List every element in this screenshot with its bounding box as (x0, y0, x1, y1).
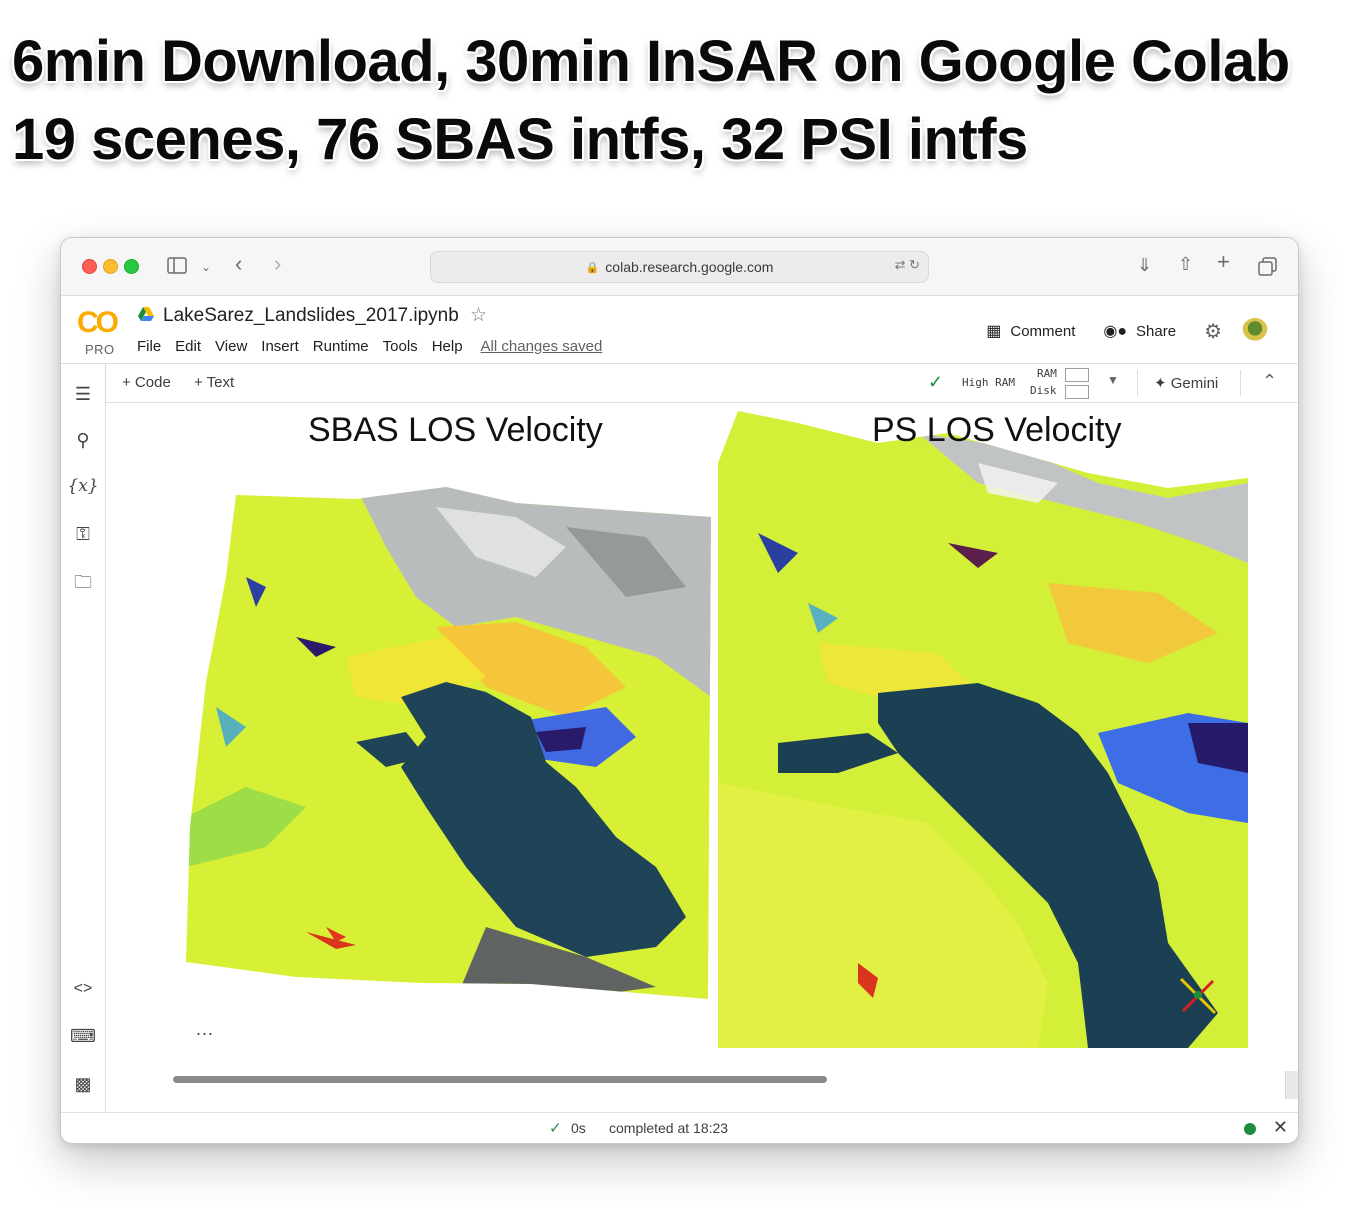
sparkle-icon: ✦ (1154, 375, 1167, 392)
status-check-icon: ✓ (549, 1120, 562, 1137)
horizontal-scrollbar[interactable] (173, 1076, 827, 1083)
add-code-button[interactable]: + Code (122, 374, 171, 391)
sbas-velocity-map[interactable] (186, 487, 711, 999)
headline-line-2: 19 scenes, 76 SBAS intfs, 32 PSI intfs (12, 107, 1028, 172)
lock-icon: 🔒 (585, 261, 600, 274)
completed-time: completed at 18:23 (609, 1120, 729, 1136)
share-button[interactable]: ◉● Share (1103, 321, 1176, 341)
connected-check-icon: ✓ (928, 372, 944, 392)
menu-bar: File Edit View Insert Runtime Tools Help… (137, 338, 616, 355)
exec-time: 0s (571, 1120, 586, 1136)
menu-file[interactable]: File (137, 338, 161, 355)
chevron-down-icon[interactable]: ⌄ (201, 257, 211, 277)
close-window-button[interactable] (82, 259, 97, 274)
gemini-label: Gemini (1170, 375, 1219, 392)
comment-button[interactable]: ▦ Comment (986, 321, 1075, 341)
sbas-map-title: SBAS LOS Velocity (308, 411, 603, 449)
new-tab-icon[interactable]: + (1217, 251, 1230, 273)
gemini-button[interactable]: ✦ Gemini (1154, 374, 1218, 392)
variables-icon[interactable]: {x} (61, 476, 105, 496)
back-icon[interactable]: ‹ (235, 253, 242, 275)
terminal-icon[interactable]: ▩ (61, 1074, 105, 1095)
code-snippets-icon[interactable]: <> (61, 980, 105, 998)
toc-icon[interactable]: ☰ (61, 384, 105, 405)
add-text-button[interactable]: + Text (194, 374, 234, 391)
download-icon[interactable]: ⇓ (1137, 255, 1152, 275)
save-status-link[interactable]: All changes saved (481, 338, 603, 355)
minimize-window-button[interactable] (103, 259, 118, 274)
share-icon[interactable]: ⇧ (1178, 254, 1193, 274)
share-label: Share (1136, 322, 1177, 340)
forward-icon[interactable]: › (274, 253, 281, 275)
pro-badge: PRO (85, 342, 115, 357)
avatar[interactable] (1242, 318, 1268, 344)
menu-view[interactable]: View (215, 338, 247, 355)
notebook-toolbar: + Code + Text ✓ High RAM RAM Disk ▼ ✦ Ge… (106, 364, 1298, 403)
zoom-window-button[interactable] (124, 259, 139, 274)
comment-icon: ▦ (986, 323, 1002, 340)
url-text: colab.research.google.com (605, 259, 774, 275)
notebook-title[interactable]: LakeSarez_Landslides_2017.ipynb (163, 305, 459, 327)
headline-line-1: 6min Download, 30min InSAR on Google Col… (12, 29, 1290, 94)
menu-tools[interactable]: Tools (383, 338, 418, 355)
left-rail: ☰ ⚲ {x} ⚿ 🗀 <> ⌨ ▩ (61, 364, 106, 1112)
menu-runtime[interactable]: Runtime (313, 338, 369, 355)
gear-icon[interactable]: ⚙ (1204, 319, 1222, 344)
menu-help[interactable]: Help (432, 338, 463, 355)
browser-toolbar: ⌄ ‹ › 🔒 colab.research.google.com ⇄ ↻ ⇓ … (61, 238, 1298, 296)
command-palette-icon[interactable]: ⌨ (61, 1026, 105, 1047)
colab-header: CO PRO LakeSarez_Landslides_2017.ipynb ☆… (61, 296, 1298, 364)
sidebar-icon[interactable] (167, 257, 187, 274)
google-drive-icon[interactable] (138, 307, 154, 321)
ps-velocity-map[interactable] (718, 403, 1248, 1048)
ram-label: RAM (1037, 367, 1057, 380)
secrets-key-icon[interactable]: ⚿ (61, 524, 105, 545)
search-icon[interactable]: ⚲ (61, 430, 105, 451)
people-icon: ◉● (1103, 323, 1128, 340)
output-ellipsis[interactable]: ... (196, 1019, 214, 1040)
disk-meter (1065, 385, 1089, 399)
ps-map-title: PS LOS Velocity (872, 411, 1122, 449)
cell-output: SBAS LOS Velocity PS LOS Velocity ... (106, 403, 1298, 1111)
address-bar[interactable]: 🔒 colab.research.google.com ⇄ ↻ (430, 251, 929, 283)
runtime-dropdown-icon[interactable]: ▼ (1107, 373, 1119, 387)
status-bar: ✓ 0s completed at 18:23 ✕ (61, 1112, 1298, 1143)
vertical-scrollbar[interactable] (1285, 1071, 1298, 1099)
close-icon[interactable]: ✕ (1273, 1117, 1288, 1138)
runtime-status-dot (1244, 1123, 1256, 1135)
menu-insert[interactable]: Insert (261, 338, 299, 355)
folder-icon[interactable]: 🗀 (61, 570, 105, 600)
runtime-type[interactable]: High RAM (962, 376, 1015, 389)
comment-label: Comment (1010, 322, 1076, 340)
disk-label: Disk (1030, 384, 1057, 397)
star-icon[interactable]: ☆ (470, 304, 487, 327)
menu-edit[interactable]: Edit (175, 338, 201, 355)
tabs-icon[interactable] (1258, 257, 1278, 276)
collapse-chevron-icon[interactable]: ⌃ (1262, 371, 1277, 392)
ram-meter (1065, 368, 1089, 382)
translate-icon[interactable]: ⇄ (895, 257, 906, 272)
reload-icon[interactable]: ↻ (909, 257, 920, 272)
colab-logo[interactable]: CO (77, 306, 119, 340)
browser-window: ⌄ ‹ › 🔒 colab.research.google.com ⇄ ↻ ⇓ … (60, 237, 1299, 1144)
